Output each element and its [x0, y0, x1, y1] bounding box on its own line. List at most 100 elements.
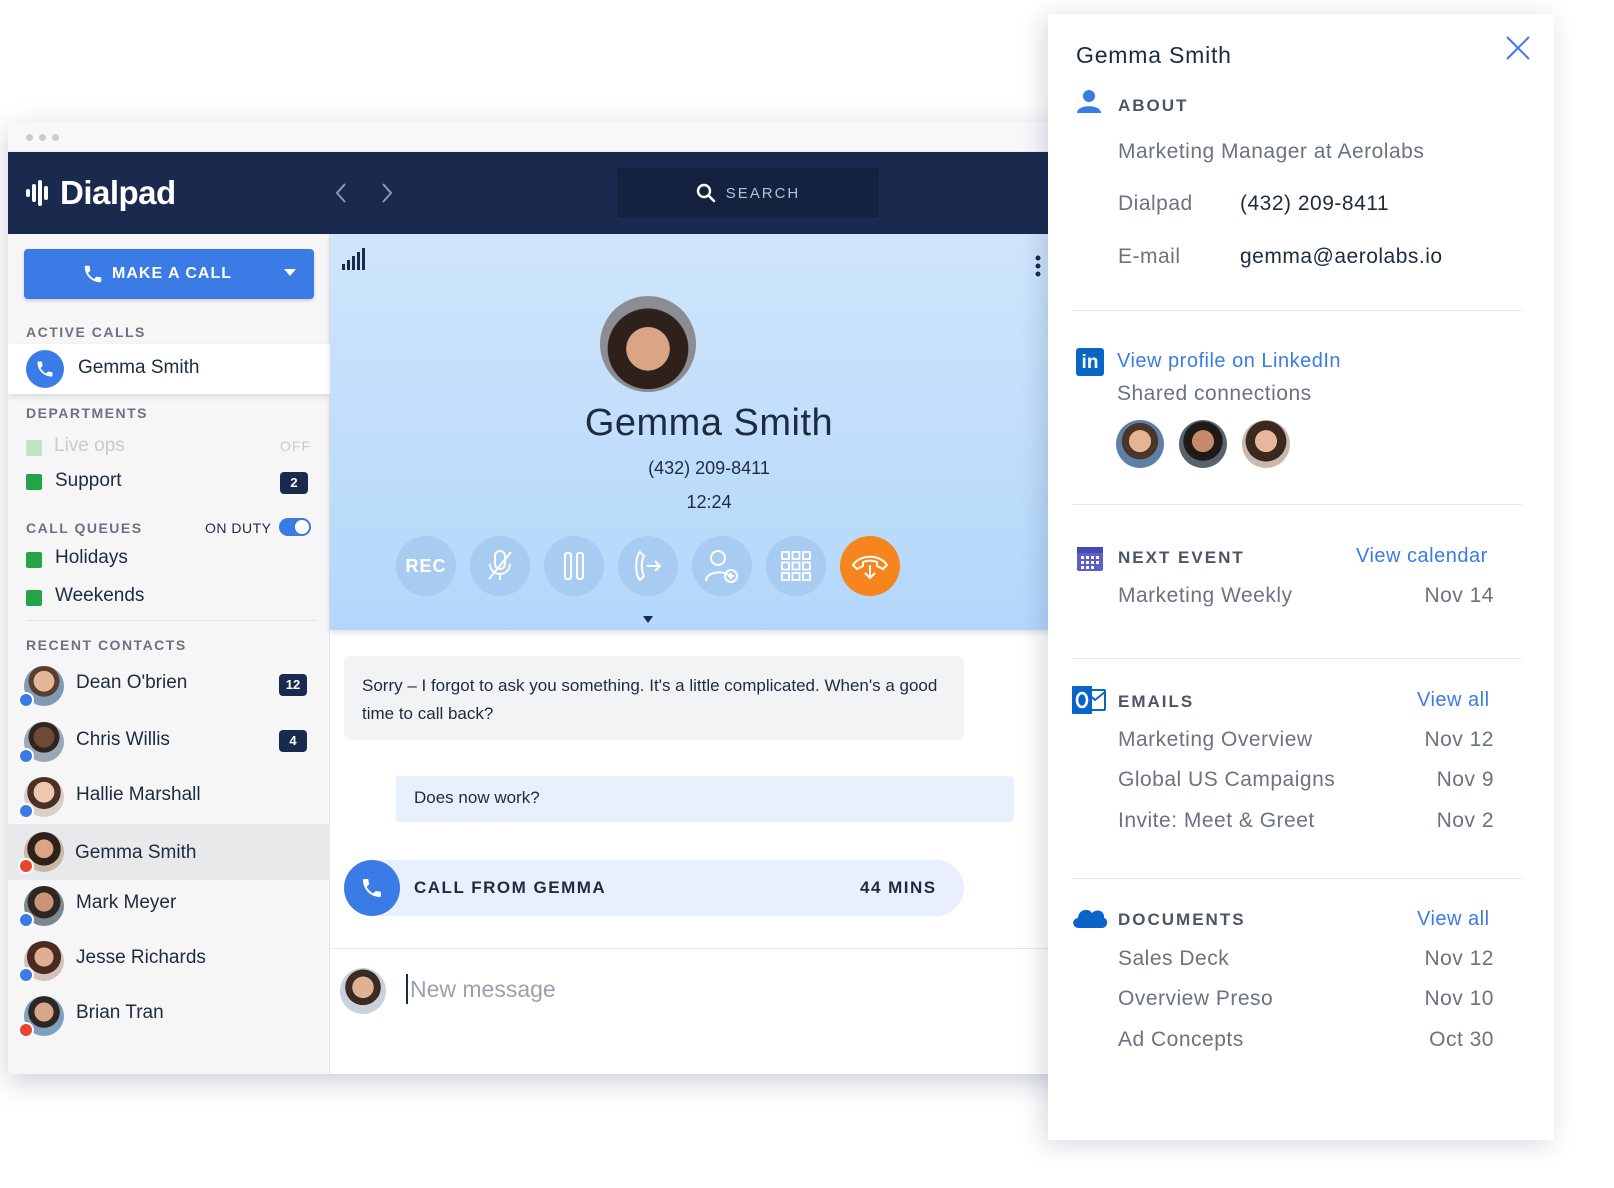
contact-row[interactable]: Mark Meyer	[8, 878, 330, 932]
window-dot[interactable]	[52, 134, 59, 141]
department-badge: 2	[280, 472, 308, 494]
search-icon	[696, 183, 716, 203]
department-status: OFF	[280, 438, 311, 454]
contact-name: Dean O'brien	[76, 672, 188, 693]
dialpad-label: Dialpad	[1118, 192, 1193, 215]
keypad-button[interactable]	[766, 536, 826, 596]
section-divider	[26, 620, 316, 621]
contact-row[interactable]: Hallie Marshall	[8, 769, 330, 823]
recent-contacts-heading: RECENT CONTACTS	[26, 637, 187, 653]
caller-number: (432) 209-8411	[648, 458, 770, 478]
panel-title: Gemma Smith	[1076, 42, 1232, 68]
new-message-input[interactable]: New message	[406, 974, 556, 1004]
shared-connections-label: Shared connections	[1117, 382, 1312, 405]
expand-caret-icon[interactable]	[643, 616, 653, 623]
window-dot[interactable]	[26, 134, 33, 141]
person-icon	[1077, 90, 1101, 113]
email-label: E-mail	[1118, 245, 1181, 268]
active-call-row[interactable]: Gemma Smith	[8, 344, 330, 394]
section-divider	[1072, 504, 1522, 505]
status-dot	[18, 692, 34, 708]
contact-row[interactable]: Chris Willis 4	[8, 714, 330, 768]
email-subject: Global US Campaigns	[1118, 768, 1336, 791]
next-event-heading: NEXT EVENT	[1118, 548, 1245, 567]
email-value[interactable]: gemma@aerolabs.io	[1240, 245, 1443, 269]
make-call-dropdown-caret-icon[interactable]	[284, 269, 296, 276]
status-dot-on-call	[18, 1022, 34, 1038]
contact-details-panel: Gemma Smith ABOUT Marketing Manager at A…	[1048, 14, 1554, 1140]
dialpad-logo[interactable]: Dialpad	[26, 172, 176, 214]
call-duration: 12:24	[686, 492, 732, 512]
hang-up-icon	[851, 555, 889, 580]
job-title: Marketing Manager at Aerolabs	[1118, 140, 1425, 163]
documents-view-all-link[interactable]: View all	[1417, 908, 1490, 931]
queue-name: Weekends	[55, 585, 145, 606]
forward-arrow-icon[interactable]	[380, 180, 394, 211]
status-dot-on-call	[18, 858, 34, 874]
incoming-message-bubble: Sorry – I forgot to ask you something. I…	[344, 656, 964, 740]
search-bar[interactable]: SEARCH	[617, 168, 879, 218]
composer-divider	[330, 948, 1088, 949]
call-log-phone-icon	[344, 860, 400, 916]
outlook-icon	[1072, 686, 1106, 714]
dialpad-window: Dialpad SEARCH MAKE A CALL ACTIVE CALLS	[8, 122, 1088, 1074]
connection-avatar[interactable]	[1116, 420, 1164, 468]
back-arrow-icon[interactable]	[334, 180, 348, 211]
departments-heading: DEPARTMENTS	[26, 405, 149, 421]
linkedin-icon: in	[1076, 348, 1104, 376]
outgoing-message-bubble: Does now work?	[396, 776, 1014, 822]
window-chrome	[8, 122, 1088, 152]
email-date: Nov 12	[1424, 728, 1494, 751]
queue-color-swatch	[26, 590, 42, 606]
event-date: Nov 14	[1424, 584, 1494, 607]
contact-row[interactable]: Dean O'brien 12	[8, 658, 330, 712]
mute-button[interactable]	[470, 536, 530, 596]
dialpad-number[interactable]: (432) 209-8411	[1240, 192, 1389, 216]
outgoing-message-text: Does now work?	[414, 788, 540, 807]
record-button[interactable]: REC	[396, 536, 456, 596]
view-calendar-link[interactable]: View calendar	[1356, 545, 1488, 568]
logo-text: Dialpad	[60, 174, 176, 211]
top-bar: Dialpad SEARCH	[8, 152, 1088, 234]
contact-name: Jesse Richards	[76, 947, 206, 968]
toggle-knob	[295, 520, 309, 534]
document-date: Nov 10	[1424, 987, 1494, 1010]
hold-button[interactable]	[544, 536, 604, 596]
active-calls-heading: ACTIVE CALLS	[26, 324, 146, 340]
contact-row-selected[interactable]: Gemma Smith	[8, 824, 330, 880]
on-duty-toggle[interactable]	[279, 518, 311, 536]
signal-strength-icon	[342, 248, 365, 270]
contact-row[interactable]: Jesse Richards	[8, 933, 330, 987]
emails-view-all-link[interactable]: View all	[1417, 689, 1490, 712]
email-date: Nov 2	[1436, 809, 1494, 832]
emails-heading: EMAILS	[1118, 692, 1195, 711]
connection-avatar[interactable]	[1179, 420, 1227, 468]
hang-up-button[interactable]	[840, 536, 900, 596]
document-date: Nov 12	[1424, 947, 1494, 970]
add-user-icon	[705, 550, 738, 583]
section-divider	[1072, 658, 1522, 659]
document-name: Ad Concepts	[1118, 1028, 1244, 1051]
window-dot[interactable]	[39, 134, 46, 141]
active-call-name: Gemma Smith	[78, 357, 200, 378]
event-name: Marketing Weekly	[1118, 584, 1293, 607]
make-a-call-button[interactable]: MAKE A CALL	[24, 249, 314, 299]
call-queues-heading: CALL QUEUES	[26, 520, 143, 536]
document-name: Sales Deck	[1118, 947, 1230, 970]
caller-avatar	[600, 296, 696, 392]
make-a-call-label: MAKE A CALL	[112, 265, 233, 282]
linkedin-profile-link[interactable]: View profile on LinkedIn	[1117, 350, 1341, 373]
transfer-button[interactable]	[618, 536, 678, 596]
department-name: Live ops	[54, 435, 125, 456]
contact-row[interactable]: Brian Tran	[8, 988, 330, 1042]
department-name: Support	[55, 470, 122, 491]
add-participant-button[interactable]	[692, 536, 752, 596]
call-log-entry[interactable]: CALL FROM GEMMA 44 MINS	[344, 860, 964, 916]
call-log-label: CALL FROM GEMMA	[414, 878, 607, 897]
connection-avatar[interactable]	[1242, 420, 1290, 468]
document-name: Overview Preso	[1118, 987, 1274, 1010]
sidebar: MAKE A CALL ACTIVE CALLS Gemma Smith DEP…	[8, 234, 330, 1074]
close-icon[interactable]	[1504, 34, 1532, 62]
more-options-icon[interactable]	[1034, 254, 1042, 278]
section-divider	[1072, 310, 1522, 311]
